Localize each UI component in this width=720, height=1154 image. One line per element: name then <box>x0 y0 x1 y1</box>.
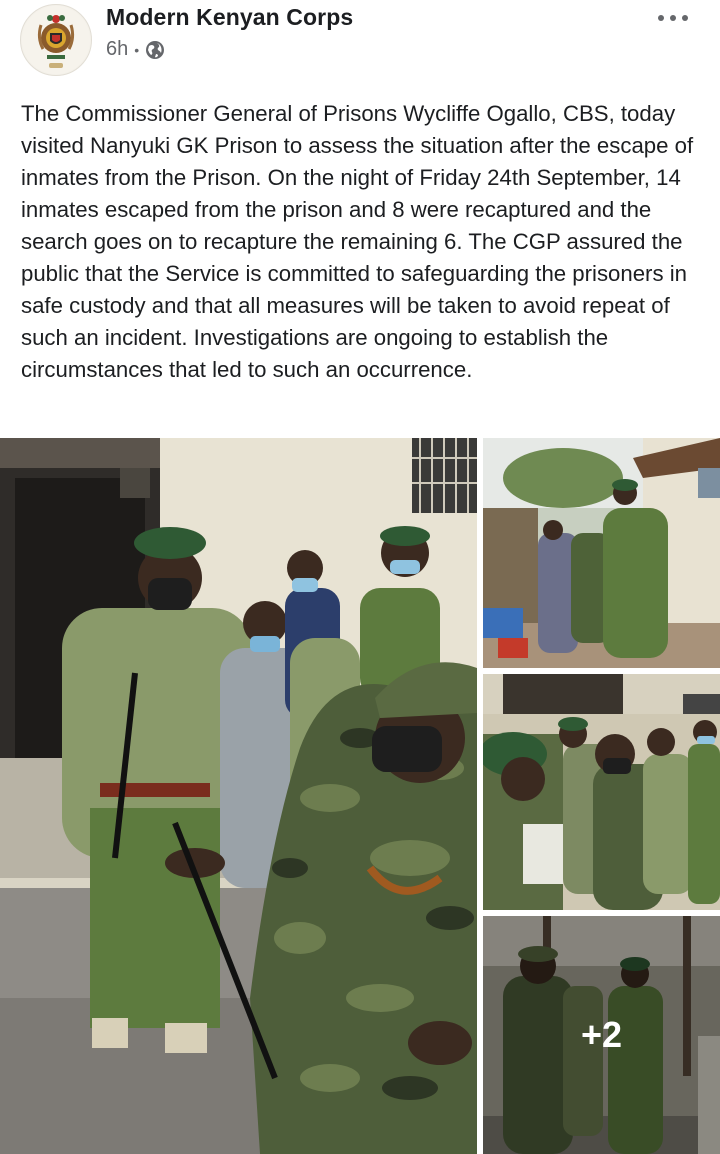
gallery-photo-main[interactable] <box>0 438 477 1154</box>
gallery-photo-2[interactable] <box>483 438 720 668</box>
page-name-link[interactable]: Modern Kenyan Corps <box>106 4 353 31</box>
post-timestamp[interactable]: 6h <box>106 38 128 61</box>
more-options-icon[interactable] <box>658 12 688 24</box>
more-photos-overlay[interactable]: +2 <box>483 916 720 1154</box>
prisons-emblem-icon <box>22 6 90 74</box>
page-avatar[interactable] <box>20 4 92 76</box>
globe-icon <box>146 40 165 59</box>
photo-gallery: +2 <box>0 438 720 1154</box>
gallery-photo-more[interactable]: +2 <box>483 916 720 1154</box>
gallery-photo-3[interactable] <box>483 674 720 910</box>
post-header: Modern Kenyan Corps 6h • <box>0 0 720 90</box>
photo-2-image <box>483 438 720 668</box>
post-meta: 6h • <box>106 38 165 61</box>
meta-separator: • <box>134 41 140 58</box>
more-photos-count: +2 <box>580 1014 623 1055</box>
post-body-text: The Commissioner General of Prisons Wycl… <box>21 101 694 382</box>
photo-3-image <box>483 674 720 910</box>
photo-main-image <box>0 438 477 1154</box>
